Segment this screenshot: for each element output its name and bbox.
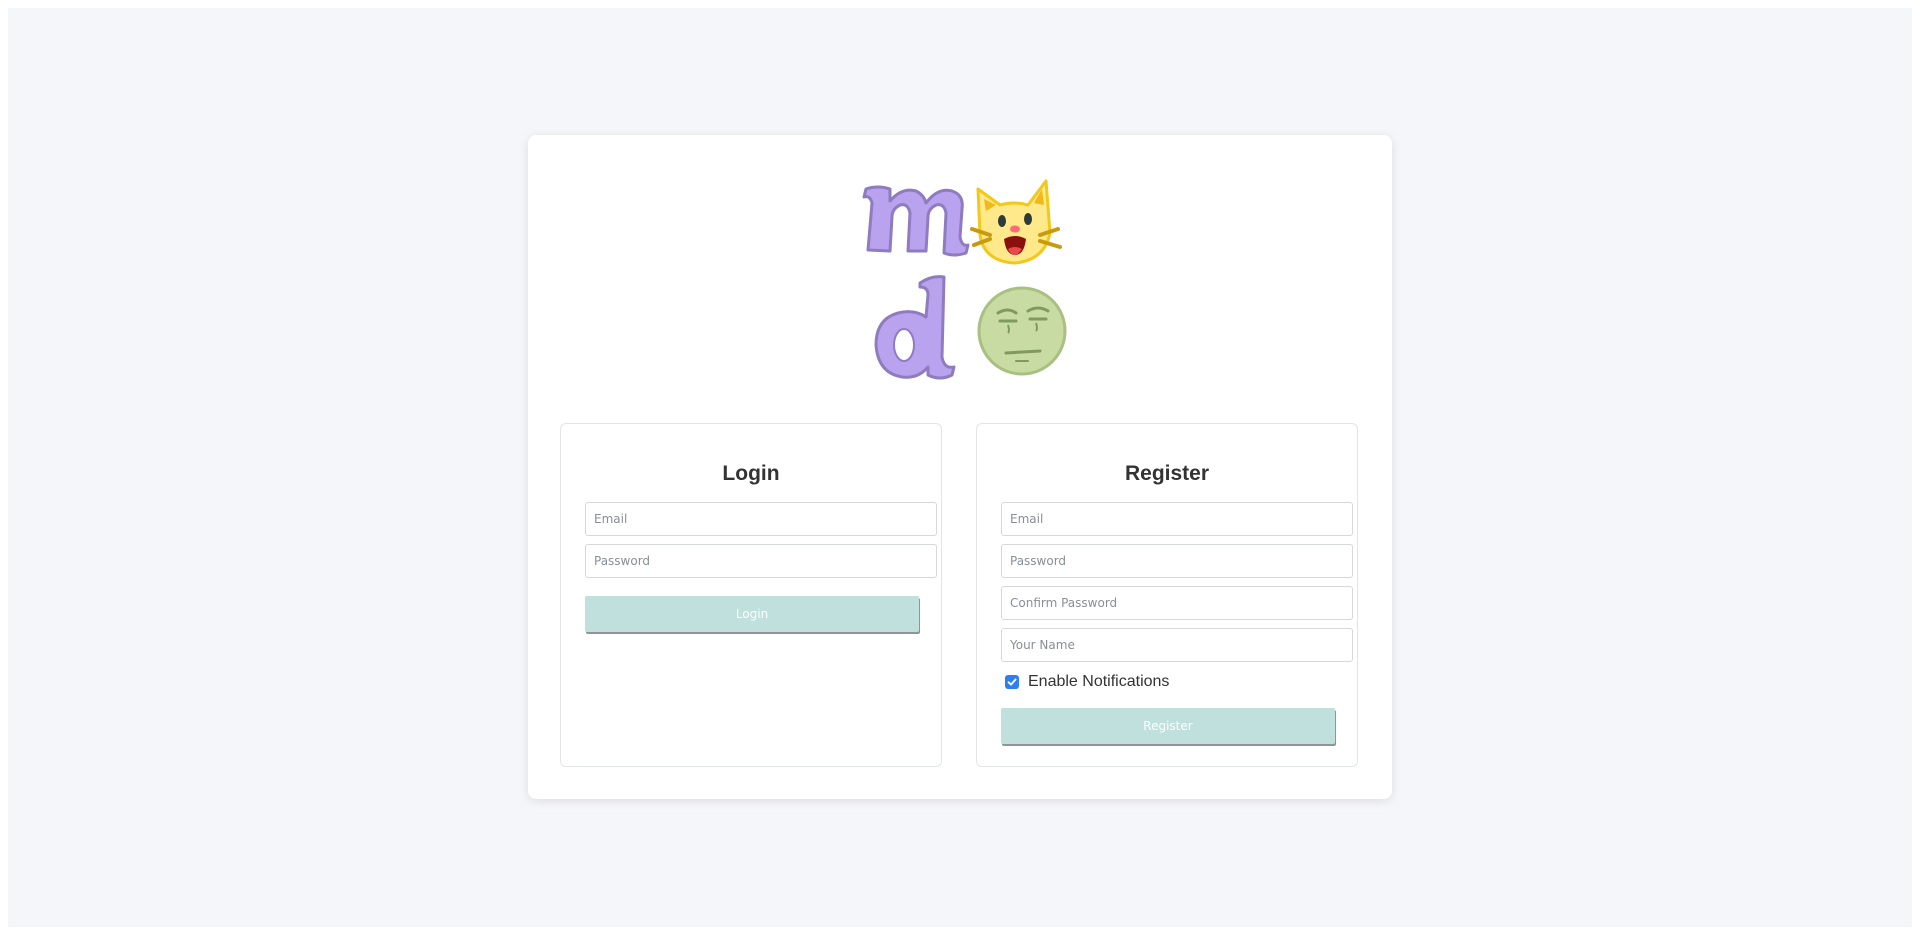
app-logo — [862, 179, 1067, 380]
page-background: Login Login Register Enable Notification… — [8, 8, 1912, 927]
skeptical-face-icon — [977, 286, 1067, 376]
checkmark-icon — [1007, 678, 1017, 686]
auth-card: Login Login Register Enable Notification… — [528, 135, 1392, 799]
register-button[interactable]: Register — [1001, 708, 1335, 744]
register-panel: Register Enable Notifications Register — [976, 423, 1358, 767]
register-confirm-password-input[interactable] — [1001, 586, 1353, 620]
notifications-option[interactable]: Enable Notifications — [1005, 672, 1169, 692]
register-email-input[interactable] — [1001, 502, 1353, 536]
login-password-input[interactable] — [585, 544, 937, 578]
login-button[interactable]: Login — [585, 596, 919, 632]
cat-face-icon — [970, 179, 1062, 265]
notifications-label: Enable Notifications — [1028, 673, 1170, 690]
register-name-input[interactable] — [1001, 628, 1353, 662]
register-title: Register — [1124, 462, 1210, 485]
login-panel: Login Login — [560, 423, 942, 767]
logo-letter-m — [862, 185, 970, 257]
login-title: Login — [722, 462, 780, 485]
notifications-checkbox[interactable] — [1005, 675, 1019, 689]
logo-letter-d — [874, 275, 956, 380]
register-password-input[interactable] — [1001, 544, 1353, 578]
login-email-input[interactable] — [585, 502, 937, 536]
